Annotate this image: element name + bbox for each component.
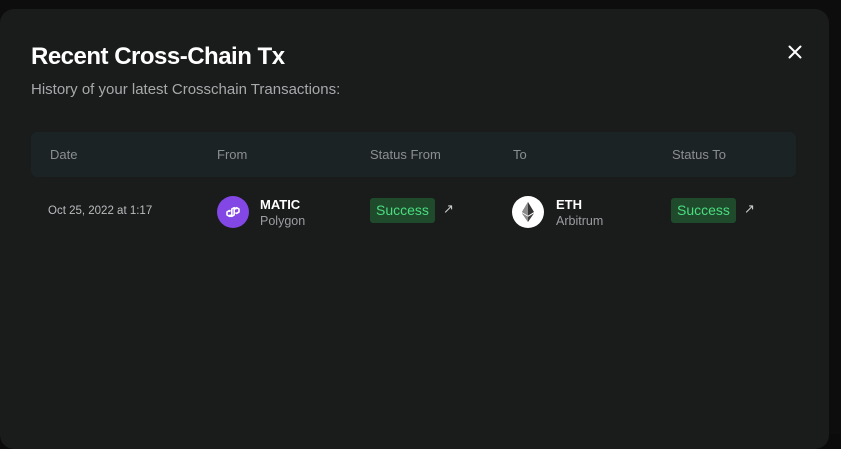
external-link-icon[interactable]: ↗	[744, 201, 755, 217]
close-icon	[788, 45, 802, 59]
column-header-status-from: Status From	[370, 147, 441, 162]
modal-title: Recent Cross-Chain Tx	[31, 43, 285, 70]
status-from-badge: Success	[370, 198, 435, 223]
polygon-icon	[217, 196, 249, 228]
recent-tx-modal: Recent Cross-Chain Tx History of your la…	[0, 9, 829, 449]
from-token-symbol: MATIC	[260, 197, 301, 212]
status-to-badge: Success	[671, 198, 736, 223]
column-header-from: From	[217, 147, 248, 162]
external-link-icon[interactable]: ↗	[443, 201, 454, 217]
column-header-to: To	[513, 147, 527, 162]
ethereum-icon	[512, 196, 544, 228]
table-header: Date From Status From To Status To	[31, 132, 796, 177]
table-row: Oct 25, 2022 at 1:17 MATIC Polygon Succe…	[31, 187, 796, 237]
close-button[interactable]	[786, 43, 804, 61]
column-header-date: Date	[50, 147, 78, 162]
from-token-chain: Polygon	[260, 214, 306, 228]
column-header-status-to: Status To	[672, 147, 726, 162]
to-token-symbol: ETH	[556, 197, 582, 212]
modal-subtitle: History of your latest Crosschain Transa…	[31, 81, 341, 98]
to-token-chain: Arbitrum	[556, 214, 604, 228]
tx-date: Oct 25, 2022 at 1:17	[48, 205, 153, 217]
